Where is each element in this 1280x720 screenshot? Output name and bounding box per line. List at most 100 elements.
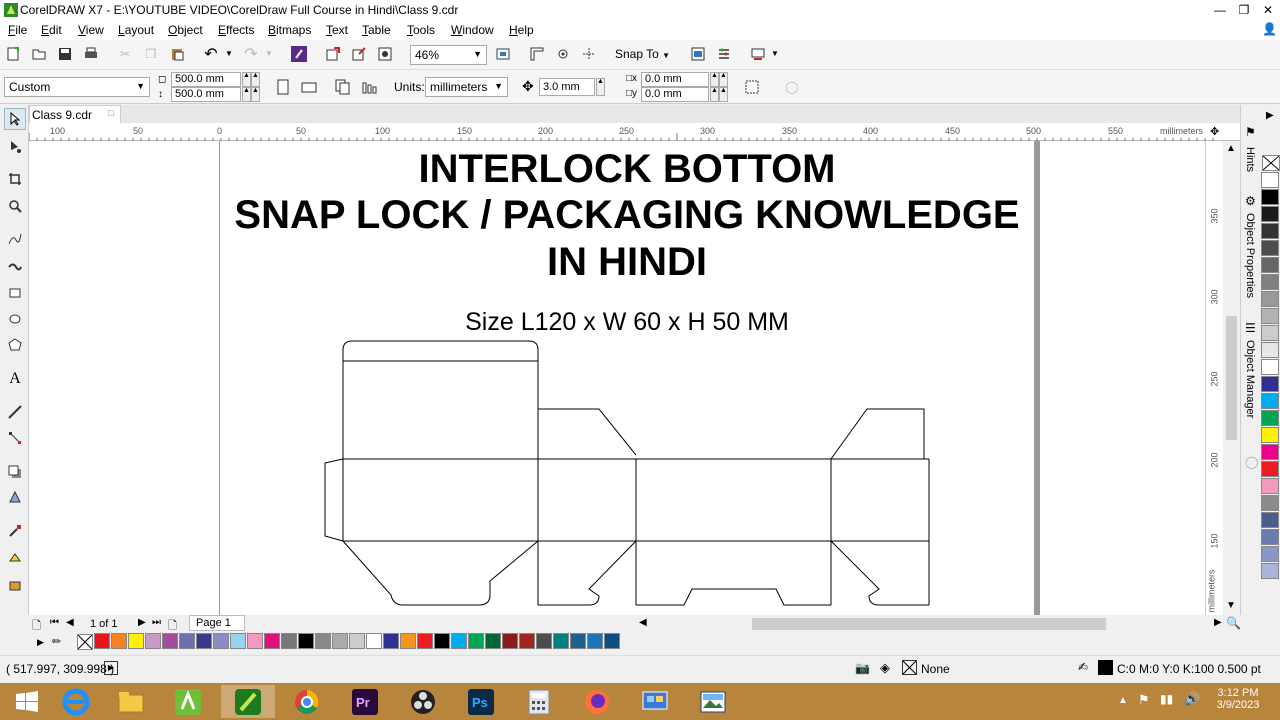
color-swatch[interactable] <box>570 633 586 649</box>
lock-icon[interactable]: ◯ <box>782 77 802 97</box>
landscape-icon[interactable] <box>299 77 319 97</box>
obs-icon[interactable] <box>396 685 450 718</box>
horizontal-scroll-thumb[interactable] <box>752 618 1106 630</box>
previous-page-icon[interactable]: ◀ <box>66 617 74 628</box>
color-swatch[interactable] <box>196 633 212 649</box>
color-swatch[interactable] <box>315 633 331 649</box>
object-manager-icon[interactable]: ☰ <box>1245 321 1256 335</box>
color-swatch[interactable] <box>1261 410 1279 426</box>
duplicate-x-field[interactable]: 0.0 mm <box>641 72 709 87</box>
coreldraw-launcher-icon[interactable] <box>161 685 215 718</box>
color-swatch[interactable] <box>451 633 467 649</box>
palette-eyedropper-icon[interactable]: ✏ <box>52 635 61 648</box>
color-swatch[interactable] <box>519 633 535 649</box>
color-swatch[interactable] <box>1261 563 1279 579</box>
duplicate-x-spinner-down[interactable]: ▲ <box>719 72 728 87</box>
menu-help[interactable]: Help <box>509 23 534 37</box>
tab-close-icon[interactable]: □ <box>108 108 114 119</box>
no-fill-swatch[interactable] <box>77 634 93 650</box>
palette-scroll-icon[interactable]: ▶ <box>37 637 44 648</box>
page-width-spinner[interactable]: ▲ <box>242 72 251 87</box>
color-swatch[interactable] <box>94 633 110 649</box>
page-height-field[interactable]: 500.0 mm <box>171 87 241 102</box>
color-swatch[interactable] <box>1261 291 1279 307</box>
firefox-icon[interactable] <box>570 685 624 718</box>
color-swatch[interactable] <box>366 633 382 649</box>
hints-icon[interactable]: ⚑ <box>1245 125 1256 139</box>
full-screen-preview-icon[interactable] <box>493 44 513 64</box>
minimize-button[interactable]: — <box>1208 0 1232 20</box>
polygon-tool-icon[interactable] <box>4 334 26 356</box>
duplicate-y-spinner[interactable]: ▲ <box>710 87 719 102</box>
export-icon[interactable] <box>349 44 369 64</box>
color-swatch[interactable] <box>536 633 552 649</box>
import-icon[interactable] <box>323 44 343 64</box>
redo-dropdown-icon[interactable]: ▼ <box>265 49 273 58</box>
copy-icon[interactable]: ❐ <box>141 44 161 64</box>
color-swatch[interactable] <box>162 633 178 649</box>
duplicate-y-field[interactable]: 0.0 mm <box>641 87 709 102</box>
undo-dropdown-icon[interactable]: ▼ <box>225 49 233 58</box>
scroll-down-icon[interactable]: ▼ <box>1226 600 1236 611</box>
redo-icon[interactable]: ↷ <box>241 44 261 64</box>
user-icon[interactable]: 👤 <box>1262 22 1277 36</box>
zoom-corner-icon[interactable]: 🔍 <box>1226 616 1241 630</box>
object-properties-icon[interactable]: ⚙ <box>1245 194 1256 208</box>
color-proofing-icon[interactable]: 📷 <box>855 661 870 675</box>
menu-tools[interactable]: Tools <box>407 23 435 37</box>
no-color-swatch[interactable] <box>1262 155 1280 171</box>
color-swatch[interactable] <box>1261 206 1279 222</box>
coreldraw-icon[interactable] <box>221 685 275 718</box>
color-swatch[interactable] <box>468 633 484 649</box>
color-swatch[interactable] <box>128 633 144 649</box>
drop-shadow-icon[interactable] <box>4 461 26 483</box>
options-icon[interactable] <box>714 44 734 64</box>
menu-table[interactable]: Table <box>362 23 391 37</box>
color-swatch[interactable] <box>1261 308 1279 324</box>
chrome-icon[interactable] <box>280 685 334 718</box>
interactive-fill-icon[interactable] <box>4 547 26 569</box>
page-width-spinner-down[interactable]: ▲ <box>251 72 260 87</box>
color-swatch[interactable] <box>1261 461 1279 477</box>
menu-window[interactable]: Window <box>451 23 494 37</box>
color-swatch[interactable] <box>145 633 161 649</box>
hints-tab[interactable]: Hints <box>1244 147 1256 172</box>
color-swatch[interactable] <box>1261 478 1279 494</box>
color-swatch[interactable] <box>349 633 365 649</box>
menu-view[interactable]: View <box>78 23 104 37</box>
units-combo[interactable]: millimeters ▼ <box>425 77 508 97</box>
freehand-tool-icon[interactable] <box>4 228 26 250</box>
menu-layout[interactable]: Layout <box>118 23 154 37</box>
restore-button[interactable]: ❐ <box>1232 0 1256 20</box>
color-swatch[interactable] <box>332 633 348 649</box>
color-swatch[interactable] <box>1261 427 1279 443</box>
vertical-scroll-thumb[interactable] <box>1226 316 1237 440</box>
shape-tool-icon[interactable] <box>4 136 26 158</box>
color-swatch[interactable] <box>1261 325 1279 341</box>
last-page-icon[interactable]: ⏭ <box>152 617 161 628</box>
page-tab[interactable]: Page 1 <box>189 615 245 631</box>
object-properties-tab[interactable]: Object Properties <box>1244 213 1256 298</box>
save-icon[interactable] <box>55 44 75 64</box>
rectangle-tool-icon[interactable] <box>4 282 26 304</box>
paste-icon[interactable] <box>167 44 187 64</box>
color-swatch[interactable] <box>1261 393 1279 409</box>
color-swatch[interactable] <box>1261 529 1279 545</box>
photoshop-icon[interactable]: Ps <box>454 685 508 718</box>
connector-tool-icon[interactable] <box>4 427 26 449</box>
color-swatch[interactable] <box>213 633 229 649</box>
artistic-media-icon[interactable] <box>4 255 26 277</box>
page-height-spinner-down[interactable]: ▲ <box>251 87 260 102</box>
duplicate-x-spinner[interactable]: ▲ <box>710 72 719 87</box>
insert-page-before-icon[interactable]: 🗋 <box>32 617 41 636</box>
open-folder-icon[interactable] <box>29 44 49 64</box>
eyedropper-icon[interactable] <box>4 520 26 542</box>
vertical-scrollbar[interactable]: ▲ ▼ <box>1223 141 1240 615</box>
color-swatch[interactable] <box>1261 257 1279 273</box>
color-swatch[interactable] <box>1261 274 1279 290</box>
color-swatch[interactable] <box>1261 223 1279 239</box>
color-swatch[interactable] <box>247 633 263 649</box>
color-swatch[interactable] <box>230 633 246 649</box>
page-width-field[interactable]: 500.0 mm <box>171 72 241 87</box>
menu-file[interactable]: File <box>8 23 27 37</box>
